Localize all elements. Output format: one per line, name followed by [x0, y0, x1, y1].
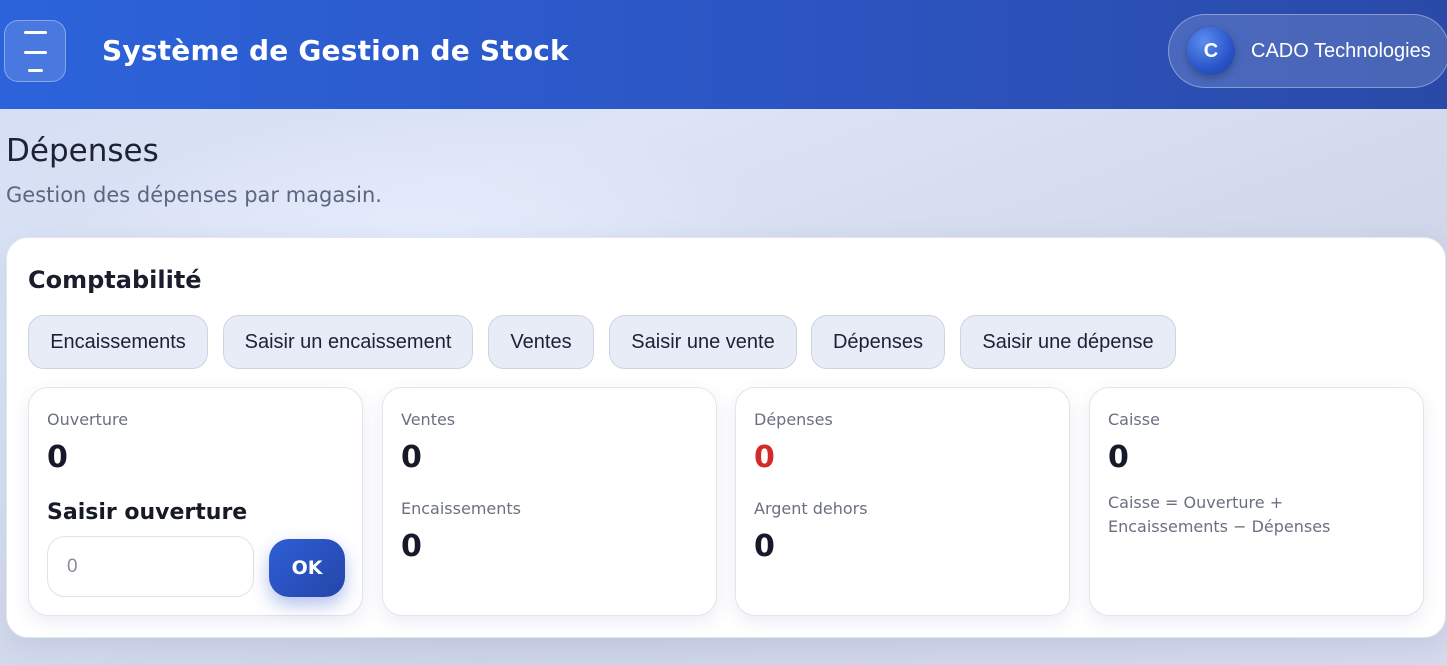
- ouverture-label: Ouverture: [47, 410, 129, 429]
- ouverture-input[interactable]: [47, 536, 254, 597]
- avatar: C: [1187, 27, 1235, 75]
- depenses-card: Dépenses 0 Argent dehors 0: [735, 387, 1070, 616]
- encaissements-value: 0: [401, 529, 422, 564]
- company-badge[interactable]: C CADO Technologies: [1168, 14, 1447, 88]
- tab-encaissements[interactable]: Encaissements: [28, 315, 208, 369]
- section-title: Comptabilité: [28, 266, 202, 294]
- tab-depenses[interactable]: Dépenses: [811, 315, 945, 369]
- company-name: CADO Technologies: [1251, 40, 1431, 62]
- ventes-label: Ventes: [401, 410, 456, 429]
- encaissements-label: Encaissements: [401, 499, 521, 518]
- caisse-value: 0: [1108, 440, 1129, 475]
- caisse-formula: Caisse = Ouverture + Encaissements − Dép…: [1108, 493, 1331, 536]
- top-bar: Système de Gestion de Stock C CADO Techn…: [0, 0, 1447, 109]
- ouverture-card: Ouverture 0 Saisir ouverture OK: [28, 387, 363, 616]
- menu-button[interactable]: [4, 20, 66, 82]
- depenses-label: Dépenses: [754, 410, 833, 429]
- ouverture-value: 0: [47, 440, 68, 475]
- argent-dehors-label: Argent dehors: [754, 499, 868, 518]
- tab-saisir-encaissement[interactable]: Saisir un encaissement: [223, 315, 473, 369]
- app-title: Système de Gestion de Stock: [102, 34, 569, 67]
- ventes-card: Ventes 0 Encaissements 0: [382, 387, 717, 616]
- accounting-card: Comptabilité Encaissements Saisir un enc…: [6, 237, 1446, 638]
- saisir-ouverture-label: Saisir ouverture: [47, 500, 248, 525]
- page-title: Dépenses: [6, 133, 159, 169]
- tab-saisir-vente[interactable]: Saisir une vente: [609, 315, 797, 369]
- tab-ventes[interactable]: Ventes: [488, 315, 594, 369]
- depenses-value: 0: [754, 440, 775, 475]
- tab-saisir-depense[interactable]: Saisir une dépense: [960, 315, 1176, 369]
- page-subtitle: Gestion des dépenses par magasin.: [6, 183, 382, 207]
- caisse-card: Caisse 0 Caisse = Ouverture + Encaisseme…: [1089, 387, 1424, 616]
- ok-button[interactable]: OK: [269, 539, 345, 597]
- caisse-label: Caisse: [1108, 410, 1160, 429]
- ventes-value: 0: [401, 440, 422, 475]
- argent-dehors-value: 0: [754, 529, 775, 564]
